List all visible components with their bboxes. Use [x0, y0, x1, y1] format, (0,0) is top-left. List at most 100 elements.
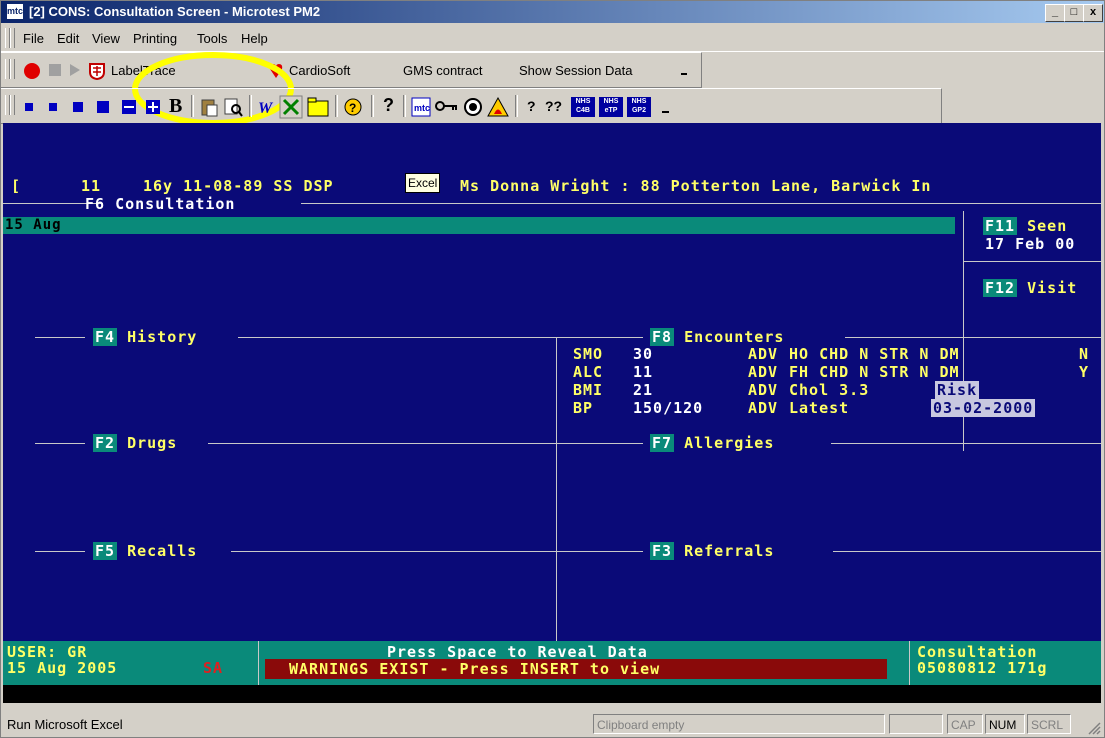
consultation-entry-bar[interactable]: [3, 217, 955, 234]
warnings-banner[interactable]: WARNINGS EXIST - Press INSERT to view: [289, 660, 660, 678]
encounter-code: BMI: [573, 381, 604, 399]
f8-encounters-heading[interactable]: F8 Encounters: [650, 328, 784, 346]
help-button[interactable]: ?: [383, 95, 394, 116]
encounter-end: Y: [1079, 363, 1090, 381]
f4-history-heading[interactable]: F4 History: [93, 328, 197, 346]
alert-icon[interactable]: [487, 97, 509, 117]
nhs-etp-button[interactable]: NHS eTP: [599, 97, 623, 117]
cardiosoft-button[interactable]: CardioSoft: [289, 63, 350, 78]
plugin-toolbar: LabelTrace CardioSoft GMS contract Show …: [1, 52, 702, 88]
minus-box-icon[interactable]: [121, 99, 137, 115]
minimize-button[interactable]: _: [1045, 4, 1065, 22]
f3-referrals-heading[interactable]: F3 Referrals: [650, 542, 774, 560]
f5-recalls-heading[interactable]: F5 Recalls: [93, 542, 197, 560]
menu-help[interactable]: Help: [241, 31, 268, 46]
caps-indicator: CAP: [947, 714, 983, 734]
encounter-value: 30: [633, 345, 654, 363]
blue-square-icon-2[interactable]: [49, 103, 57, 111]
f8-key-label: F8: [650, 328, 675, 346]
encounter-risk[interactable]: Risk: [935, 381, 980, 399]
close-button[interactable]: x: [1083, 4, 1103, 22]
f7-allergies-heading[interactable]: F7 Allergies: [650, 434, 774, 452]
f7-key-label: F7: [650, 434, 675, 452]
app-icon[interactable]: mtc: [7, 4, 23, 19]
f6-heading[interactable]: F6 Consultation: [85, 195, 235, 213]
f2-drugs-heading[interactable]: F2 Drugs: [93, 434, 177, 452]
status-blank-panel: [889, 714, 943, 734]
encounter-text: HO CHD N STR N DM: [789, 345, 960, 363]
paste-icon[interactable]: [199, 97, 219, 117]
record-button-icon[interactable]: [463, 97, 483, 117]
f5-rule-left: [35, 551, 85, 552]
encounter-text: Latest: [789, 399, 850, 417]
f2-rule-right: [208, 443, 643, 444]
word-icon[interactable]: W: [257, 97, 277, 117]
resize-grip-icon[interactable]: [1087, 721, 1101, 735]
menu-view[interactable]: View: [92, 31, 120, 46]
menu-file[interactable]: File: [23, 31, 44, 46]
title-bar[interactable]: mtc [2] CONS: Consultation Screen - Micr…: [1, 1, 1104, 23]
blue-square-icon-1[interactable]: [25, 103, 33, 111]
svg-text:?: ?: [349, 101, 356, 115]
f11-seen[interactable]: F11 Seen: [983, 217, 1067, 235]
encounter-code: BP: [573, 399, 594, 417]
key-icon[interactable]: [435, 99, 459, 113]
encounter-text: Chol 3.3: [789, 381, 870, 399]
encounter-value: 21: [633, 381, 654, 399]
maximize-button[interactable]: □: [1064, 4, 1084, 22]
plus-box-icon[interactable]: [145, 99, 161, 115]
f11-seen-label: Seen: [1027, 217, 1068, 235]
f2-key-label: F2: [93, 434, 118, 452]
encounter-adv: ADV: [748, 381, 779, 399]
microtest-icon[interactable]: mtc: [411, 97, 431, 117]
play-icon[interactable]: [69, 63, 81, 77]
double-question-button[interactable]: ??: [545, 98, 562, 114]
nhs-gp2-button[interactable]: NHS GP2: [627, 97, 651, 117]
folder-icon[interactable]: [307, 97, 329, 117]
f5-key-label: F5: [93, 542, 118, 560]
f3-key-label: F3: [650, 542, 675, 560]
right-panel-rule: [963, 261, 1101, 262]
excel-icon[interactable]: [279, 95, 303, 119]
f4-rule-left: [35, 337, 85, 338]
f2-drugs-label: Drugs: [127, 434, 178, 452]
stop-icon[interactable]: [48, 63, 62, 77]
encounter-text: FH CHD N STR N DM: [789, 363, 960, 381]
encounter-latest-date[interactable]: 03-02-2000: [931, 399, 1036, 417]
show-session-data-button[interactable]: Show Session Data: [519, 63, 632, 78]
menu-edit[interactable]: Edit: [57, 31, 79, 46]
wizard-icon[interactable]: ?: [343, 97, 363, 117]
toolbar-overflow-icon[interactable]: [679, 69, 689, 77]
menu-bar: File Edit View Printing Tools Help: [1, 25, 1104, 52]
f8-rule-far: [963, 337, 1101, 338]
encounter-end: N: [1079, 345, 1090, 363]
f4-history-label: History: [127, 328, 198, 346]
find-document-icon[interactable]: [223, 97, 243, 117]
seen-date: 17 Feb 00: [985, 235, 1076, 253]
blue-square-icon-3[interactable]: [73, 102, 83, 112]
status-divider-left: [258, 641, 259, 685]
f7-rule-right: [831, 443, 1101, 444]
toolbar-separator-4: [371, 95, 374, 117]
f12-key-label: F12: [983, 279, 1018, 297]
num-indicator: NUM: [985, 714, 1025, 734]
current-date: 15 Aug 2005: [7, 659, 118, 677]
question-button[interactable]: ?: [527, 98, 536, 114]
f3-referrals-label: Referrals: [684, 542, 775, 560]
f12-visit[interactable]: F12 Visit: [983, 279, 1077, 297]
blue-square-icon-4[interactable]: [97, 101, 109, 113]
f6-consultation-label: Consultation: [115, 195, 236, 213]
record-icon[interactable]: [23, 62, 41, 80]
menu-tools[interactable]: Tools: [197, 31, 227, 46]
toolbar-grip-2: [10, 59, 15, 79]
f8-rule-right: [845, 337, 963, 338]
gms-contract-button[interactable]: GMS contract: [403, 63, 482, 78]
toolbar-separator-5: [403, 95, 406, 117]
bold-button[interactable]: B: [169, 95, 182, 118]
nhs-c4b-button[interactable]: NHS C4B: [571, 97, 595, 117]
f2-rule-left: [35, 443, 85, 444]
excel-tooltip: Excel: [405, 173, 441, 193]
toolbar2-overflow-icon[interactable]: [661, 109, 671, 115]
consultation-terminal[interactable]: [ 11 16y 11-08-89 SS DSP Ms Donna Wright…: [3, 123, 1101, 703]
menu-printing[interactable]: Printing: [133, 31, 177, 46]
